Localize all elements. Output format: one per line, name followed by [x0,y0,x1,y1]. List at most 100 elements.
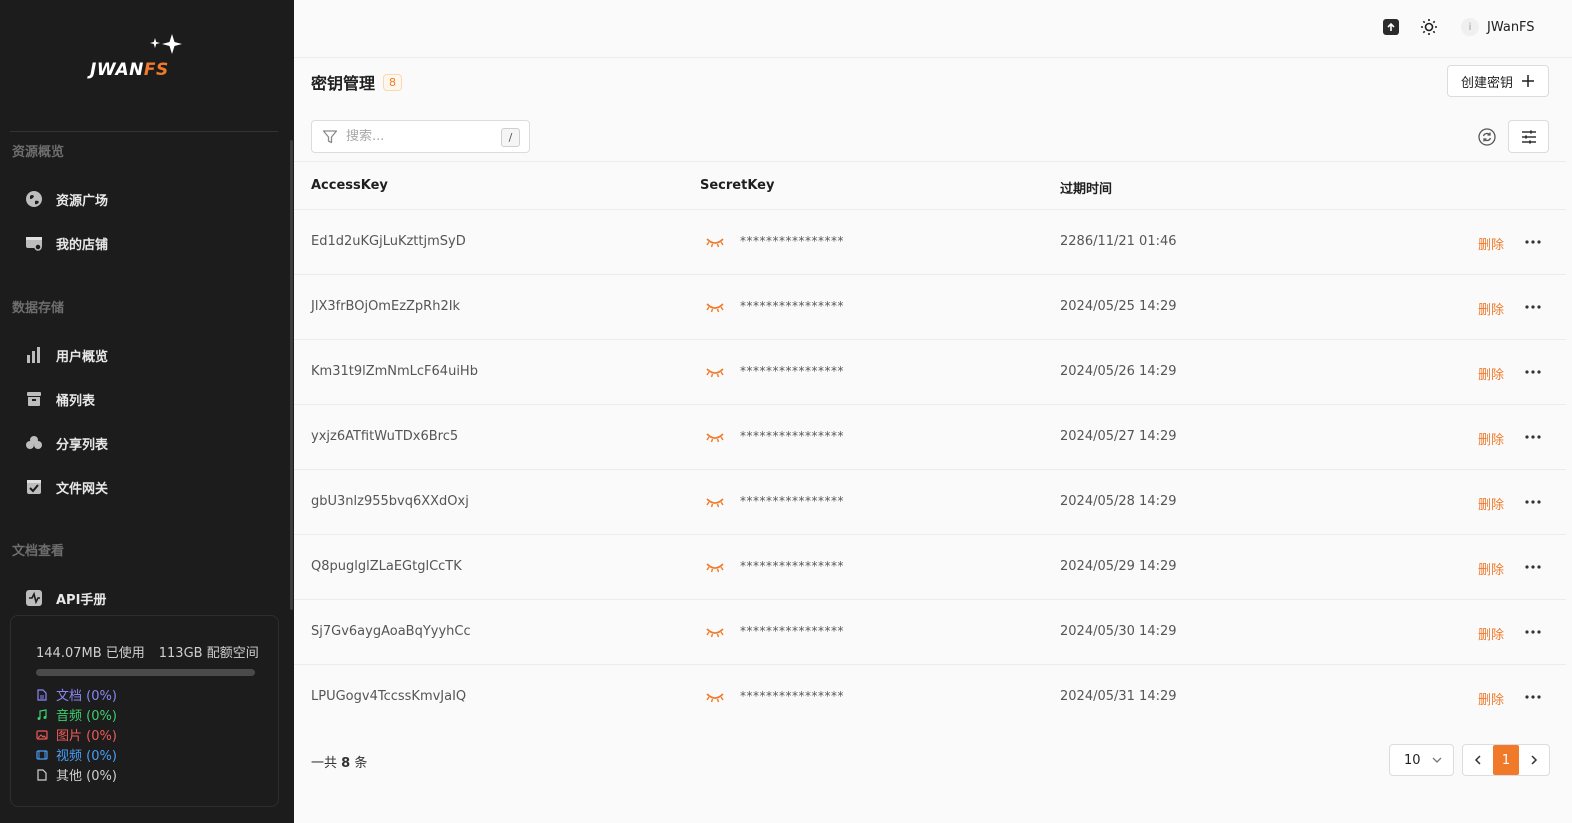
page-number-current[interactable]: 1 [1493,745,1519,775]
column-settings-button[interactable] [1508,120,1549,153]
image-icon [36,729,48,740]
secret-key-masked: **************** [740,624,844,638]
closed-eye-icon[interactable] [705,625,725,639]
ellipsis-icon [1525,500,1541,504]
sidebar-item-label: 用户概览 [56,349,109,365]
table-body: Ed1d2uKGjLuKzttjmSyD **************** 2286… [294,210,1566,730]
next-page-button[interactable] [1525,751,1543,769]
delete-button[interactable]: 删除 [1478,429,1504,448]
closed-eye-icon[interactable] [705,690,725,704]
total-number: 8 [341,756,351,771]
sidebar-item-user-overview[interactable]: 用户概览 [24,343,108,367]
table-row: yxjz6ATfitWuTDx6Brc5 **************** 2024… [294,405,1566,470]
table-row: Km31t9lZmNmLcF64uiHb **************** 2024… [294,340,1566,405]
sliders-icon [1521,130,1536,143]
delete-button[interactable]: 删除 [1478,689,1504,708]
legend-audio: 音频 (0%) [36,705,117,724]
sidebar-scrollbar[interactable] [290,140,293,610]
sun-icon [1421,19,1437,35]
section-label-docs: 文档查看 [12,544,65,559]
sidebar-item-my-store[interactable]: 我的店铺 [24,231,108,255]
closed-eye-icon[interactable] [705,235,725,249]
secret-key-masked: **************** [740,299,844,313]
legend-images: 图片 (0%) [36,725,117,744]
column-header-expiry[interactable]: 过期时间 [1060,178,1112,197]
table-header: AccessKey SecretKey 过期时间 [294,161,1566,210]
more-actions-button[interactable] [1523,557,1543,577]
logo-text: JWANFS [90,60,169,80]
username: JWanFS [1487,19,1535,35]
logo[interactable]: JWANFS [86,30,208,96]
expiry-cell: 2024/05/31 14:29 [1060,689,1177,704]
user-menu[interactable]: i JWanFS [1461,16,1535,38]
gateway-icon [24,477,44,497]
section-label-overview: 资源概览 [12,145,65,160]
sidebar-item-file-gateway[interactable]: 文件网关 [24,475,108,499]
sidebar-divider [10,131,278,132]
more-actions-button[interactable] [1523,362,1543,382]
storage-quota: 113GB 配额空间 [158,646,259,661]
search-box[interactable]: / [311,120,530,153]
closed-eye-icon[interactable] [705,560,725,574]
total-suffix: 条 [354,756,368,771]
refresh-button[interactable] [1476,126,1498,148]
expiry-cell: 2024/05/26 14:29 [1060,364,1177,379]
access-key-cell: Sj7Gv6aygAoaBqYyyhCc [311,624,471,639]
total-count: 一共 8 条 [311,752,367,771]
delete-button[interactable]: 删除 [1478,624,1504,643]
total-prefix: 一共 [311,756,338,771]
more-actions-button[interactable] [1523,687,1543,707]
music-icon [37,708,47,720]
column-header-accesskey[interactable]: AccessKey [311,178,388,193]
user-info-icon: i [1461,18,1479,36]
closed-eye-icon[interactable] [705,365,725,379]
sidebar-item-label: 我的店铺 [56,237,109,253]
sidebar-item-bucket-list[interactable]: 桶列表 [24,387,95,411]
delete-button[interactable]: 删除 [1478,494,1504,513]
delete-button[interactable]: 删除 [1478,559,1504,578]
storage-summary: 144.07MB 已使用 113GB 配额空间 [36,642,259,661]
upload-icon [1383,19,1399,35]
more-actions-button[interactable] [1523,297,1543,317]
more-actions-button[interactable] [1523,232,1543,252]
theme-toggle-button[interactable] [1419,17,1439,37]
legend-label: 音频 (0%) [56,709,117,724]
table-row: Ed1d2uKGjLuKzttjmSyD **************** 2286… [294,210,1566,275]
document-icon [37,688,47,701]
sidebar-item-share-list[interactable]: 分享列表 [24,431,108,455]
create-key-button[interactable]: 创建密钥 [1447,65,1549,97]
more-actions-button[interactable] [1523,427,1543,447]
storage-used: 144.07MB 已使用 [36,646,145,661]
sidebar-item-api-manual[interactable]: API手册 [24,586,106,610]
delete-button[interactable]: 删除 [1478,299,1504,318]
secret-key-masked: **************** [740,559,844,573]
column-header-secretkey[interactable]: SecretKey [700,178,774,193]
table-row: Q8puglglZLaEGtglCcTK **************** 2024… [294,535,1566,600]
ellipsis-icon [1525,435,1541,439]
ellipsis-icon [1525,370,1541,374]
delete-button[interactable]: 删除 [1478,364,1504,383]
page-size-select[interactable]: 10 [1389,744,1454,776]
closed-eye-icon[interactable] [705,495,725,509]
store-icon [24,233,44,253]
expiry-cell: 2024/05/27 14:29 [1060,429,1177,444]
prev-page-button[interactable] [1469,751,1487,769]
closed-eye-icon[interactable] [705,430,725,444]
access-key-cell: LPUGogv4TccssKmvJaIQ [311,689,467,704]
sidebar-item-label: API手册 [56,592,107,608]
filter-icon [322,129,338,143]
section-label-storage: 数据存储 [12,301,65,316]
cloud-share-icon [24,433,44,453]
secret-key-masked: **************** [740,429,844,443]
sidebar-item-resource-plaza[interactable]: 资源广场 [24,187,108,211]
delete-button[interactable]: 删除 [1478,234,1504,253]
more-actions-button[interactable] [1523,622,1543,642]
table-row: gbU3nlz955bvq6XXdOxj **************** 2024… [294,470,1566,535]
expiry-cell: 2024/05/29 14:29 [1060,559,1177,574]
upload-button[interactable] [1381,17,1401,37]
sidebar-item-label: 文件网关 [56,481,109,497]
legend-documents: 文档 (0%) [36,685,117,704]
search-input[interactable] [346,129,486,144]
more-actions-button[interactable] [1523,492,1543,512]
closed-eye-icon[interactable] [705,300,725,314]
